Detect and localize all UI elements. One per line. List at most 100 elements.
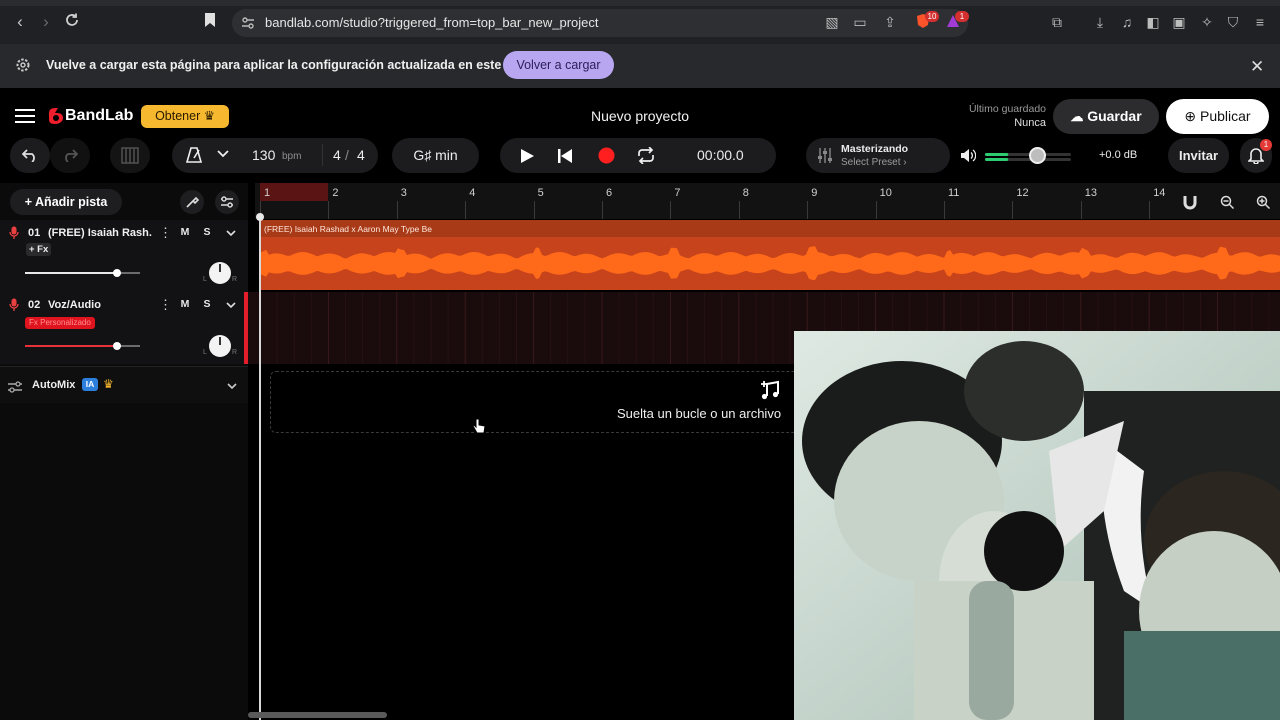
pan-right-label: R (232, 349, 238, 356)
loop-region[interactable] (260, 183, 328, 201)
bookmark-icon[interactable] (200, 12, 220, 32)
playhead-handle[interactable] (256, 213, 264, 221)
vpn-icon[interactable]: ⛉ (1224, 13, 1242, 31)
track-volume-thumb-1[interactable] (113, 269, 121, 277)
back-icon[interactable]: ‹ (10, 12, 30, 32)
playhead[interactable] (259, 215, 261, 720)
fx-preset-badge[interactable]: Fx Personalizado (25, 317, 95, 329)
zoom-out-icon[interactable] (1220, 195, 1235, 210)
solo-button[interactable]: S (198, 224, 216, 240)
ruler-tick (533, 201, 535, 219)
chevron-down-icon[interactable] (224, 298, 238, 312)
time-signature-denominator[interactable]: 4 (357, 147, 365, 163)
track-header-1[interactable]: 01 (FREE) Isaiah Rash... ⋮ M S + Fx (0, 220, 248, 292)
fx-add-button[interactable]: + Fx (26, 243, 52, 256)
plus-icon: + (24, 195, 33, 209)
reload-button[interactable]: Volver a cargar (503, 51, 614, 79)
crown-icon: ♛ (203, 109, 215, 123)
ruler-bar-number: 3 (400, 187, 407, 199)
get-membership-button[interactable]: Obtener ♛ (141, 105, 229, 128)
webcam-overlay (794, 331, 1280, 720)
more-vert-icon[interactable]: ⋮ (159, 225, 172, 241)
mute-button[interactable]: M (176, 296, 194, 312)
ruler-tick (1149, 201, 1151, 219)
hand-cursor-icon (472, 418, 486, 434)
pan-knob-1[interactable] (209, 262, 231, 284)
download-icon[interactable]: ⤓ (1091, 13, 1109, 31)
cloud-upload-icon: ☁ (1070, 109, 1084, 124)
undo-button[interactable] (10, 138, 50, 173)
save-button[interactable]: ☁ Guardar (1053, 99, 1159, 134)
piano-roll-button[interactable] (110, 138, 150, 173)
ai-badge: IA (82, 378, 98, 391)
pan-knob-2[interactable] (209, 335, 231, 357)
track-volume-slider-1[interactable] (25, 272, 140, 274)
sidebar-icon[interactable]: ◧ (1144, 13, 1162, 31)
mic-icon (9, 226, 19, 240)
pan-left-label: L (203, 276, 207, 283)
ruler-bar-number: 11 (948, 187, 960, 199)
leo-icon[interactable]: ✧ (1198, 13, 1216, 31)
speaker-icon[interactable] (960, 148, 977, 163)
track-volume-thumb-2[interactable] (113, 342, 121, 350)
chevron-down-icon[interactable] (225, 379, 239, 393)
bandlab-logo[interactable]: BandLab (65, 107, 133, 125)
automix-row[interactable]: AutoMix IA ♛ (0, 366, 248, 403)
bpm-value[interactable]: 130 (252, 147, 275, 163)
tuner-button[interactable] (180, 190, 204, 214)
track-number-2: 02 (28, 299, 41, 311)
ruler-tick (396, 201, 398, 219)
ruler-bar-number: 14 (1153, 187, 1166, 199)
publish-button[interactable]: ⊕ Publicar (1166, 99, 1269, 134)
redo-button[interactable] (50, 138, 90, 173)
add-track-button[interactable]: + Añadir pista (10, 189, 122, 215)
forward-icon[interactable]: › (36, 12, 56, 32)
mute-button[interactable]: M (176, 224, 194, 240)
chevron-down-icon[interactable] (216, 147, 230, 161)
track-volume-slider-2[interactable] (25, 345, 140, 347)
more-vert-icon[interactable]: ⋮ (159, 297, 172, 313)
mastering-button[interactable]: Masterizando Select Preset › (806, 138, 950, 173)
project-title[interactable]: Nuevo proyecto (540, 108, 740, 124)
timeline-ruler[interactable] (255, 183, 1280, 219)
bandlab-logo-icon (46, 107, 64, 125)
automix-icon (8, 380, 22, 393)
master-volume-knob[interactable] (1028, 147, 1046, 164)
music-icon[interactable]: ♫ (1118, 13, 1136, 31)
ruler-tick (875, 201, 877, 219)
play-icon[interactable] (519, 148, 535, 164)
reload-icon[interactable] (62, 12, 82, 32)
url-text: bandlab.com/studio?triggered_from=top_ba… (265, 15, 599, 30)
record-icon[interactable] (598, 147, 615, 164)
track-name-2[interactable]: Voz/Audio (48, 299, 152, 311)
solo-button[interactable]: S (198, 296, 216, 312)
tab-search-icon[interactable]: ⧉ (1048, 13, 1066, 31)
skip-to-start-icon[interactable] (557, 148, 573, 164)
key-button[interactable]: G♯ min (392, 138, 479, 173)
time-signature-separator: / (345, 147, 349, 163)
mixer-button[interactable] (215, 190, 239, 214)
menu-icon[interactable]: ≡ (1251, 13, 1269, 31)
magnet-snap-icon[interactable] (1183, 195, 1201, 211)
invite-label: Invitar (1178, 148, 1218, 163)
ruler-bar-number: 4 (469, 187, 476, 199)
close-icon[interactable]: ✕ (1250, 57, 1264, 77)
pan-indicator (219, 264, 221, 272)
hamburger-menu-icon[interactable] (15, 108, 35, 124)
wallet-icon[interactable]: ▣ (1170, 13, 1188, 31)
loop-icon[interactable] (637, 146, 655, 165)
share-icon[interactable]: ⇪ (881, 13, 899, 31)
chevron-down-icon[interactable] (224, 226, 238, 240)
horizontal-scrollbar[interactable] (248, 712, 387, 718)
zoom-in-icon[interactable] (1256, 195, 1271, 210)
invite-button[interactable]: Invitar (1168, 138, 1229, 173)
infobar-message: Vuelve a cargar esta página para aplicar… (46, 58, 531, 72)
chevron-right-icon: › (903, 157, 907, 168)
metronome-icon[interactable] (185, 146, 203, 164)
site-settings-icon[interactable] (241, 16, 255, 30)
camera-off-icon[interactable]: ▧ (823, 13, 841, 31)
track-name-1[interactable]: (FREE) Isaiah Rash... (48, 227, 152, 239)
time-signature-numerator[interactable]: 4 (333, 147, 341, 163)
cast-icon[interactable]: ▭ (851, 13, 869, 31)
master-volume-slider[interactable] (985, 150, 1071, 162)
